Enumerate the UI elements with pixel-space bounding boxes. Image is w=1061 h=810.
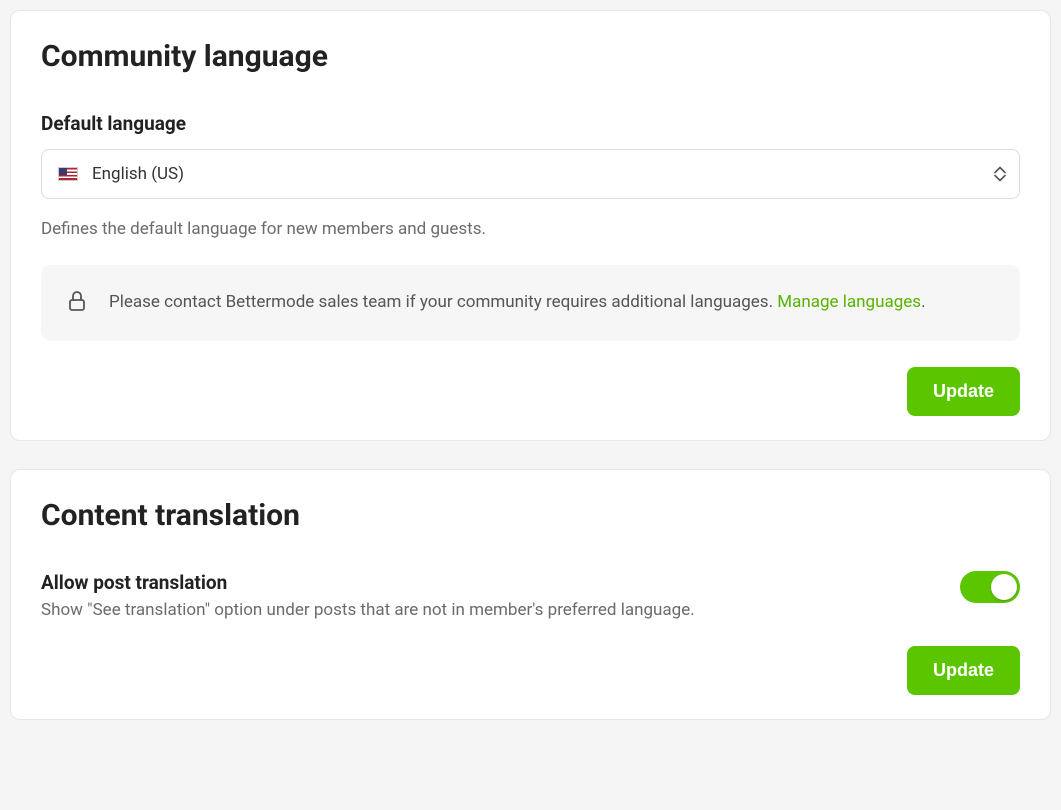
allow-post-translation-text: Allow post translation Show "See transla… <box>41 571 695 620</box>
lock-icon <box>67 290 87 317</box>
allow-post-translation-label: Allow post translation <box>41 571 695 594</box>
default-language-select-wrap: English (US) <box>41 149 1020 199</box>
community-language-title: Community language <box>41 39 1020 74</box>
allow-post-translation-desc: Show "See translation" option under post… <box>41 600 695 620</box>
default-language-select[interactable]: English (US) <box>41 149 1020 199</box>
language-actions: Update <box>41 367 1020 416</box>
manage-languages-link[interactable]: Manage languages <box>777 292 921 312</box>
chevron-updown-icon <box>994 167 1006 182</box>
language-info-box: Please contact Bettermode sales team if … <box>41 265 1020 341</box>
default-language-field: Default language English (US) Defines th… <box>41 112 1020 239</box>
translation-update-button[interactable]: Update <box>907 646 1020 695</box>
community-language-card: Community language Default language Engl… <box>10 10 1051 441</box>
default-language-label: Default language <box>41 112 1020 135</box>
toggle-knob <box>991 574 1017 600</box>
content-translation-title: Content translation <box>41 498 1020 533</box>
language-info-prefix: Please contact Bettermode sales team if … <box>109 292 777 312</box>
default-language-value: English (US) <box>92 164 184 184</box>
default-language-help: Defines the default language for new mem… <box>41 219 1020 239</box>
language-info-text: Please contact Bettermode sales team if … <box>109 289 926 316</box>
allow-post-translation-toggle[interactable] <box>960 571 1020 603</box>
translation-actions: Update <box>41 646 1020 695</box>
content-translation-card: Content translation Allow post translati… <box>10 469 1051 720</box>
us-flag-icon <box>58 167 78 181</box>
allow-post-translation-row: Allow post translation Show "See transla… <box>41 571 1020 620</box>
language-info-suffix: . <box>921 292 925 312</box>
language-update-button[interactable]: Update <box>907 367 1020 416</box>
